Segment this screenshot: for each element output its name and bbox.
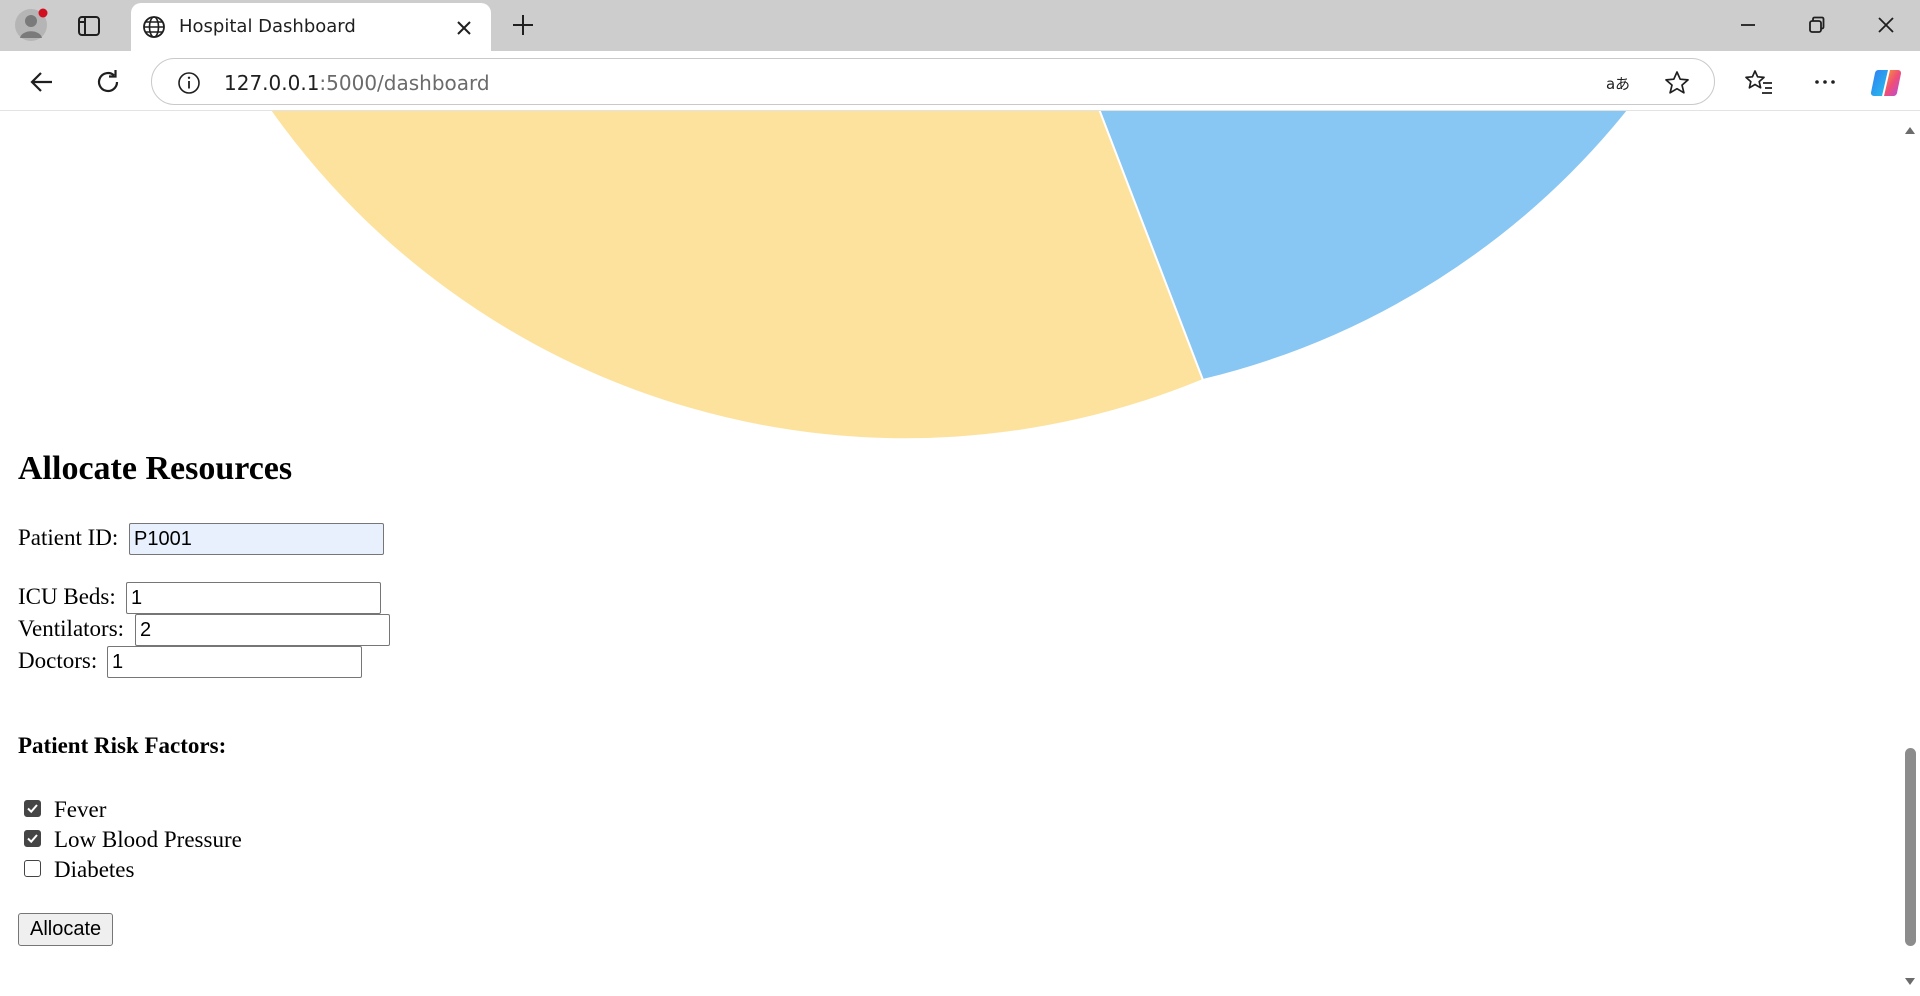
browser-toolbar: 127.0.0.1:5000/dashboard a あ <box>0 51 1920 111</box>
back-arrow-icon[interactable] <box>26 66 58 98</box>
tab-title: Hospital Dashboard <box>179 16 356 37</box>
address-bar[interactable]: 127.0.0.1:5000/dashboard a あ <box>151 58 1715 105</box>
close-icon[interactable] <box>452 16 476 40</box>
diabetes-label: Diabetes <box>54 857 135 882</box>
ventilators-label: Ventilators: <box>18 616 125 641</box>
restore-icon[interactable] <box>1802 10 1832 40</box>
pie-slice-yellow <box>269 111 1205 441</box>
favorites-list-icon[interactable] <box>1743 66 1775 98</box>
patient-id-label: Patient ID: <box>18 525 119 550</box>
low-blood-pressure-checkbox[interactable] <box>24 830 41 847</box>
fever-checkbox[interactable] <box>24 800 41 817</box>
profile-avatar-icon[interactable] <box>14 8 48 42</box>
minimize-icon[interactable] <box>1733 10 1763 40</box>
icu-beds-label: ICU Beds: <box>18 584 116 609</box>
section-title: Allocate Resources <box>18 450 293 487</box>
doctors-input[interactable] <box>107 646 362 678</box>
low-blood-pressure-label: Low Blood Pressure <box>54 827 242 852</box>
translate-icon[interactable]: a あ <box>1605 69 1633 97</box>
refresh-icon[interactable] <box>92 66 124 98</box>
copilot-icon[interactable] <box>1869 66 1902 98</box>
risk-factors-title: Patient Risk Factors: <box>18 733 227 758</box>
more-icon[interactable] <box>1809 66 1841 98</box>
ventilators-input[interactable] <box>135 614 390 646</box>
globe-icon <box>141 14 167 40</box>
scrollbar-thumb[interactable] <box>1905 748 1916 946</box>
icu-beds-input[interactable] <box>126 582 381 614</box>
tab-hospital-dashboard[interactable]: Hospital Dashboard <box>131 3 491 51</box>
svg-text:あ: あ <box>1615 75 1630 93</box>
tab-bar: Hospital Dashboard <box>0 0 1920 51</box>
patient-id-input[interactable] <box>129 523 384 555</box>
allocate-button[interactable]: Allocate <box>18 913 114 946</box>
scroll-down-icon[interactable] <box>1904 975 1916 987</box>
plus-icon[interactable] <box>508 10 538 40</box>
scroll-up-icon[interactable] <box>1904 123 1916 135</box>
close-window-icon[interactable] <box>1871 10 1901 40</box>
svg-text:a: a <box>1606 75 1615 93</box>
vertical-scrollbar[interactable] <box>1900 111 1920 996</box>
page-viewport: Allocate Resources Patient ID: ICU Beds:… <box>0 111 1920 996</box>
fever-label: Fever <box>54 797 107 822</box>
info-icon[interactable] <box>176 70 202 96</box>
tab-actions-icon[interactable] <box>76 13 102 39</box>
doctors-label: Doctors: <box>18 648 98 673</box>
star-icon[interactable] <box>1663 69 1691 97</box>
diabetes-checkbox[interactable] <box>24 860 41 877</box>
url-text[interactable]: 127.0.0.1:5000/dashboard <box>224 71 490 95</box>
